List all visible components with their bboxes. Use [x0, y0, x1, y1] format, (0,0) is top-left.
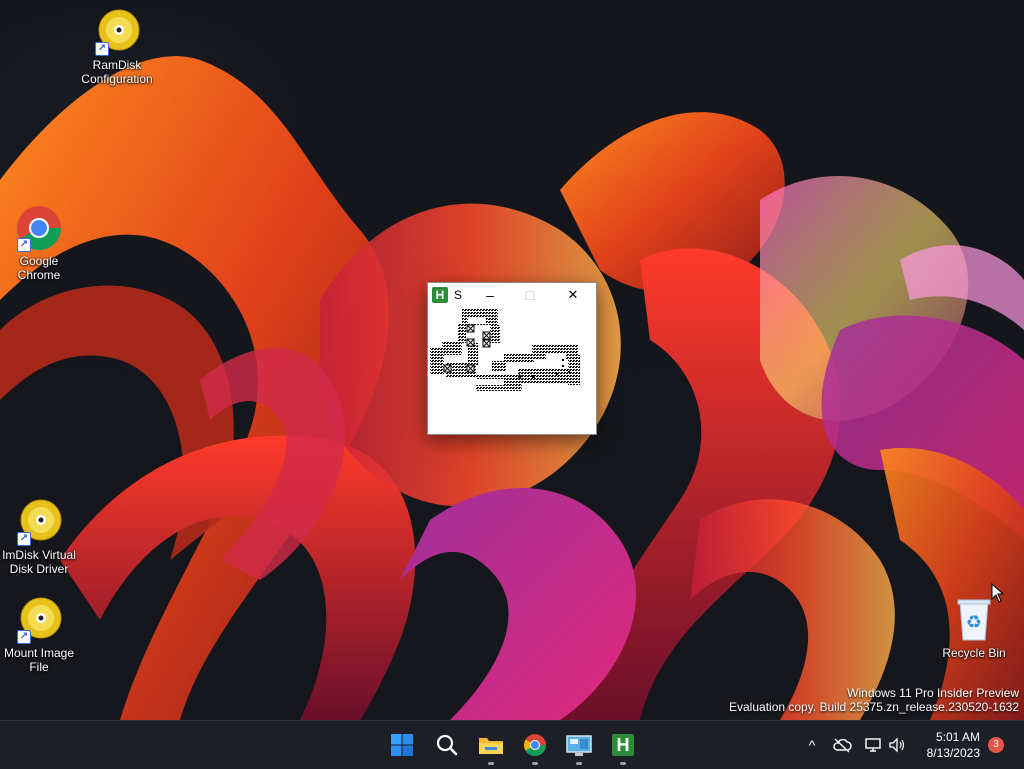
running-indicator [488, 762, 494, 765]
desktop-icon-label: Mount Image File [3, 646, 75, 674]
search-button[interactable] [429, 727, 465, 763]
system-tray: ^ [800, 721, 906, 769]
desktop-icon-label: ImDisk Virtual Disk Driver [2, 548, 76, 576]
onedrive-cloud-icon[interactable] [832, 737, 852, 753]
disc-icon: ↗ [93, 8, 141, 56]
game-canvas[interactable]: ★ [428, 307, 596, 434]
start-icon [391, 734, 413, 756]
shortcut-arrow-icon: ↗ [17, 238, 31, 252]
watermark-line-1: Windows 11 Pro Insider Preview [847, 686, 1019, 700]
clock-date: 8/13/2023 [926, 746, 980, 760]
h-app-icon: H [432, 287, 448, 303]
desktop-icon-google-chrome[interactable]: ↗ Google Chrome [0, 204, 79, 282]
running-indicator [620, 762, 626, 765]
h-app-icon: H [612, 734, 634, 756]
window-titlebar[interactable]: H S – □ ✕ [428, 283, 596, 307]
notification-badge[interactable]: 3 [988, 737, 1004, 753]
desktop-icon-label: Google Chrome [17, 254, 61, 282]
minimize-button[interactable]: – [470, 283, 510, 307]
taskbar-file-explorer[interactable] [473, 727, 509, 765]
show-hidden-icons-chevron-icon[interactable]: ^ [800, 737, 824, 753]
disc-icon: ↗ [15, 596, 63, 644]
svg-text:★: ★ [516, 372, 523, 381]
taskbar-h-app[interactable]: H [605, 727, 641, 765]
taskbar-chrome[interactable] [517, 727, 553, 765]
running-indicator [532, 762, 538, 765]
taskbar-control-panel[interactable] [561, 727, 597, 765]
desktop-icon-mount-image-file[interactable]: ↗ Mount Image File [0, 596, 79, 674]
running-indicator [576, 762, 582, 765]
chrome-icon: ↗ [15, 204, 63, 252]
desktop-icon-ramdisk-configuration[interactable]: ↗ RamDisk Configuration [77, 8, 157, 86]
desktop-icon-label: Recycle Bin [942, 646, 1006, 660]
control-panel-icon [566, 735, 592, 756]
clock-time: 5:01 AM [935, 730, 980, 744]
shortcut-arrow-icon: ↗ [95, 42, 109, 56]
svg-text:♻: ♻ [966, 612, 982, 633]
desktop-icon-label: RamDisk Configuration [81, 58, 153, 86]
network-icon[interactable] [864, 737, 884, 753]
taskbar-clock[interactable]: 5:01 AM 8/13/2023 [927, 729, 980, 761]
file-explorer-icon [479, 738, 503, 754]
window-title: S [454, 288, 463, 302]
search-icon [436, 734, 458, 756]
close-button[interactable]: ✕ [550, 283, 596, 307]
taskbar: H ^ 5:01 AM 8/13/2023 3 [0, 720, 1024, 769]
volume-icon[interactable] [888, 737, 906, 753]
mouse-cursor-icon [991, 582, 1005, 608]
shortcut-arrow-icon: ↗ [17, 630, 31, 644]
shortcut-arrow-icon: ↗ [17, 532, 31, 546]
watermark-line-2: Evaluation copy. Build 25375.zn_release.… [729, 700, 1019, 714]
maximize-button[interactable]: □ [510, 283, 550, 307]
desktop-icon-imdisk-virtual-disk-driver[interactable]: ↗ ImDisk Virtual Disk Driver [0, 498, 80, 576]
chrome-icon [524, 734, 546, 756]
disc-icon: ↗ [15, 498, 63, 546]
start-button[interactable] [384, 727, 420, 763]
windows-watermark: Windows 11 Pro Insider Preview Evaluatio… [729, 686, 1019, 714]
app-window[interactable]: H S – □ ✕ ★ [427, 282, 597, 435]
